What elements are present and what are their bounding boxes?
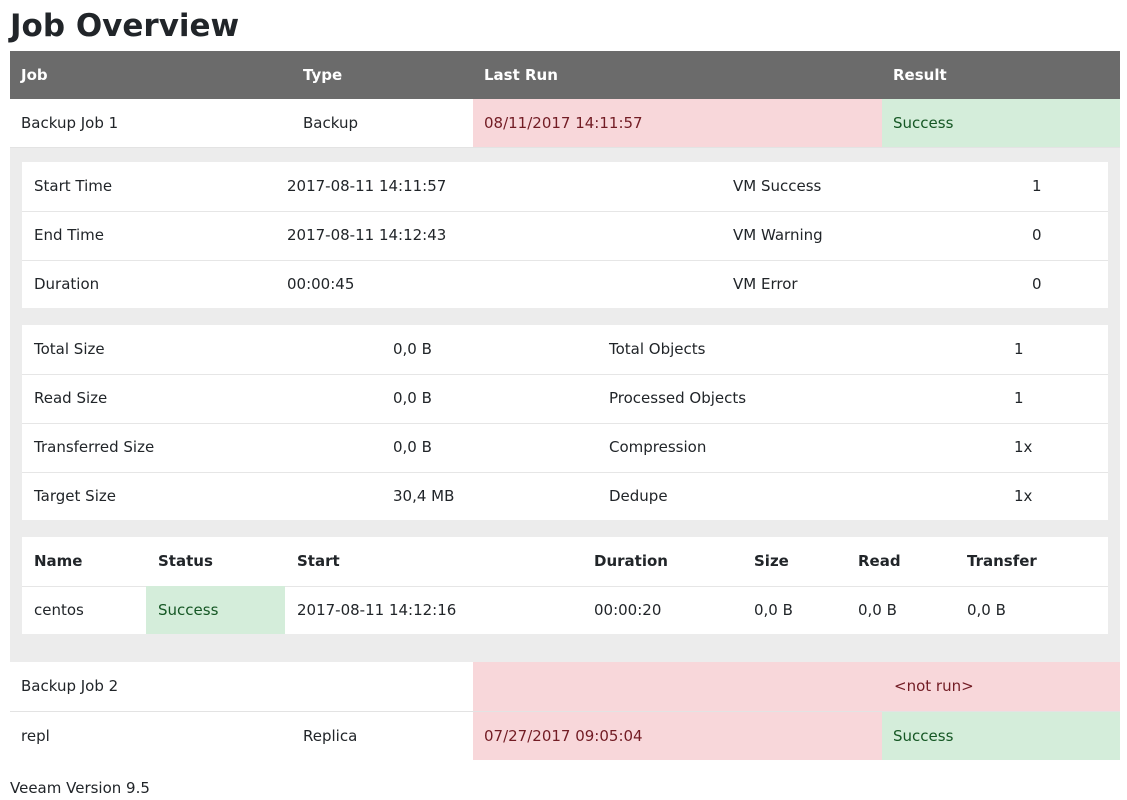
stat-value: 30,4 MB [393, 487, 455, 505]
result-value: Success [893, 727, 954, 745]
stat-value: 0,0 B [393, 340, 432, 358]
time-stats-card: Start Time 2017-08-11 14:11:57 VM Succes… [22, 162, 1108, 308]
stat-label: VM Warning [733, 226, 823, 244]
not-run-cell: <not run> [473, 662, 1120, 711]
vm-header-duration: Duration [594, 552, 668, 570]
stat-value: 00:00:45 [287, 275, 355, 293]
stat-label: VM Error [733, 275, 798, 293]
vm-start: 2017-08-11 14:12:16 [297, 601, 457, 619]
job-type: Replica [303, 727, 358, 745]
stat-value: 0,0 B [393, 389, 432, 407]
vm-header-read: Read [858, 552, 901, 570]
vm-table-row: centos Success 2017-08-11 14:12:16 00:00… [22, 586, 1108, 634]
stat-value: 0 [1032, 226, 1042, 244]
jobs-table-header: Job Type Last Run Result [10, 51, 1120, 99]
result-value: Success [893, 114, 954, 132]
result-value: <not run> [894, 677, 974, 695]
stat-label: Duration [34, 275, 100, 293]
job-overview-page: Job Overview Job Type Last Run Result Ba… [0, 0, 1127, 800]
stat-value: 2017-08-11 14:11:57 [287, 177, 447, 195]
vm-header-transfer: Transfer [967, 552, 1037, 570]
stat-row: Total Size 0,0 B Total Objects 1 [22, 325, 1108, 375]
stat-value: 1 [1014, 389, 1024, 407]
last-run-value: 07/27/2017 09:05:04 [484, 727, 643, 745]
size-stats-card: Total Size 0,0 B Total Objects 1 Read Si… [22, 325, 1108, 520]
vm-size: 0,0 B [754, 601, 793, 619]
stat-value: 0 [1032, 275, 1042, 293]
stat-value: 2017-08-11 14:12:43 [287, 226, 447, 244]
stat-row: Duration 00:00:45 VM Error 0 [22, 260, 1108, 309]
header-result: Result [893, 66, 947, 84]
job-row-backup-job-2[interactable]: Backup Job 2 <not run> [10, 662, 1120, 712]
stat-value: 1x [1014, 487, 1033, 505]
vm-transfer: 0,0 B [967, 601, 1006, 619]
vm-header-name: Name [34, 552, 83, 570]
job-detail-panel: Start Time 2017-08-11 14:11:57 VM Succes… [10, 148, 1120, 662]
last-run-cell: 07/27/2017 09:05:04 [473, 712, 882, 760]
stat-row: End Time 2017-08-11 14:12:43 VM Warning … [22, 211, 1108, 261]
stat-row: Target Size 30,4 MB Dedupe 1x [22, 472, 1108, 521]
stat-label: VM Success [733, 177, 822, 195]
last-run-cell: 08/11/2017 14:11:57 [473, 99, 882, 147]
header-job: Job [21, 66, 48, 84]
job-row-repl[interactable]: repl Replica 07/27/2017 09:05:04 Success [10, 712, 1120, 760]
header-last-run: Last Run [484, 66, 558, 84]
vm-header-size: Size [754, 552, 789, 570]
stat-label: Read Size [34, 389, 108, 407]
stat-label: Total Objects [609, 340, 706, 358]
stat-label: Processed Objects [609, 389, 747, 407]
stat-row: Transferred Size 0,0 B Compression 1x [22, 423, 1108, 473]
vm-header-status: Status [158, 552, 213, 570]
page-title: Job Overview [10, 8, 240, 44]
result-cell: Success [882, 712, 1120, 760]
stat-label: Compression [609, 438, 707, 456]
vm-read: 0,0 B [858, 601, 897, 619]
version-footer: Veeam Version 9.5 [10, 779, 150, 797]
stat-label: Total Size [34, 340, 105, 358]
vm-table-header: Name Status Start Duration Size Read Tra… [22, 537, 1108, 587]
job-name[interactable]: repl [21, 712, 50, 760]
stat-value: 1x [1014, 438, 1033, 456]
stat-label: Transferred Size [34, 438, 155, 456]
vm-table-card: Name Status Start Duration Size Read Tra… [22, 537, 1108, 634]
vm-status: Success [158, 601, 219, 619]
job-type: Backup [303, 114, 358, 132]
stat-value: 1 [1032, 177, 1042, 195]
stat-row: Read Size 0,0 B Processed Objects 1 [22, 374, 1108, 424]
stat-label: Target Size [34, 487, 116, 505]
stat-label: Dedupe [609, 487, 668, 505]
last-run-value: 08/11/2017 14:11:57 [484, 114, 643, 132]
job-name[interactable]: Backup Job 2 [21, 662, 118, 711]
stat-label: End Time [34, 226, 104, 244]
result-cell: Success [882, 99, 1120, 147]
stat-row: Start Time 2017-08-11 14:11:57 VM Succes… [22, 162, 1108, 212]
stat-value: 1 [1014, 340, 1024, 358]
vm-duration: 00:00:20 [594, 601, 662, 619]
stat-value: 0,0 B [393, 438, 432, 456]
vm-header-start: Start [297, 552, 340, 570]
header-type: Type [303, 66, 343, 84]
job-name[interactable]: Backup Job 1 [21, 99, 118, 147]
stat-label: Start Time [34, 177, 113, 195]
vm-status-cell: Success [146, 586, 285, 634]
job-row-backup-job-1[interactable]: Backup Job 1 Backup 08/11/2017 14:11:57 … [10, 99, 1120, 148]
vm-name: centos [34, 601, 84, 619]
